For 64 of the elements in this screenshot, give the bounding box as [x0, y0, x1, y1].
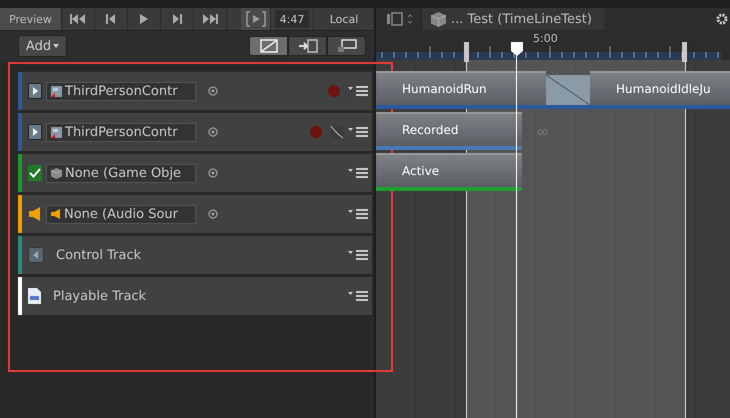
object-picker-icon[interactable]: [208, 86, 218, 96]
breadcrumb[interactable]: ... Test (TimeLineTest): [422, 8, 604, 30]
clip[interactable]: HumanoidRun: [376, 71, 546, 109]
track-header[interactable]: Playable Track: [18, 277, 372, 315]
play-icon: [140, 14, 148, 24]
settings-icon[interactable]: [716, 13, 728, 25]
track-header[interactable]: ThirdPersonContr: [18, 113, 372, 151]
binding-field[interactable]: ThirdPersonContr: [46, 82, 196, 100]
track-menu-icon[interactable]: [348, 250, 368, 260]
cube-icon: [430, 10, 447, 28]
skip-end-icon: [202, 14, 218, 24]
preview-button[interactable]: Preview: [0, 8, 62, 30]
step-forward-icon: [172, 14, 182, 24]
time-label: 5:00: [533, 32, 558, 45]
binding-field[interactable]: None (Game Obje: [46, 164, 196, 182]
skip-start-icon: [70, 14, 86, 24]
speaker-icon: [28, 207, 42, 221]
range-marker[interactable]: [682, 42, 687, 62]
track-menu-icon[interactable]: [348, 291, 368, 301]
control-track-icon: [28, 247, 44, 263]
track-menu-icon[interactable]: [348, 127, 368, 137]
animator-icon: [50, 126, 63, 138]
step-back-icon: [106, 14, 116, 24]
caret-icon: [53, 44, 60, 48]
object-picker-icon[interactable]: [208, 127, 218, 137]
object-picker-icon[interactable]: [208, 168, 218, 178]
track-header[interactable]: ThirdPersonContr: [18, 72, 372, 110]
track-name: Playable Track: [53, 288, 146, 304]
play-range-icon: [246, 11, 266, 27]
script-file-icon: [28, 288, 41, 304]
clip[interactable]: Recorded: [376, 112, 522, 150]
range-marker[interactable]: [464, 42, 469, 62]
hold-mark: ∞: [536, 122, 550, 140]
blend-drawing: [546, 75, 590, 109]
object-picker-icon[interactable]: [208, 209, 218, 219]
play-icon: [28, 83, 42, 99]
play-range-button[interactable]: [241, 8, 271, 30]
add-button[interactable]: Add: [18, 35, 67, 57]
play-icon: [28, 124, 42, 140]
mode-button[interactable]: [249, 36, 288, 56]
mode-button[interactable]: [288, 36, 327, 56]
playhead-handle-icon[interactable]: [511, 42, 523, 56]
clip[interactable]: HumanoidIdleJu: [590, 71, 730, 109]
overlapping-boxes-icon: [336, 39, 356, 53]
animator-icon: [50, 84, 63, 98]
mode-button[interactable]: [327, 36, 366, 56]
track-menu-icon[interactable]: [348, 86, 368, 96]
track-menu-icon[interactable]: [348, 209, 368, 219]
time-space-dropdown[interactable]: Local: [313, 8, 374, 30]
cube-icon: [50, 166, 63, 180]
clip-edit-icon: [260, 39, 278, 53]
binding-field[interactable]: None (Audio Sour: [46, 204, 196, 224]
track-header[interactable]: None (Game Obje: [18, 154, 372, 192]
active-checkbox[interactable]: [28, 165, 42, 181]
track-name: Control Track: [56, 248, 142, 262]
binding-field[interactable]: ThirdPersonContr: [46, 122, 196, 142]
track-menu-icon[interactable]: [348, 168, 368, 178]
arrow-into-box-icon: [298, 39, 318, 53]
time-field[interactable]: 4:47: [275, 10, 309, 28]
speaker-icon: [50, 208, 62, 220]
curves-icon[interactable]: [330, 125, 344, 139]
track-header[interactable]: Control Track: [18, 236, 372, 274]
track-header[interactable]: None (Audio Sour: [18, 195, 372, 233]
clip[interactable]: Active: [376, 153, 522, 191]
